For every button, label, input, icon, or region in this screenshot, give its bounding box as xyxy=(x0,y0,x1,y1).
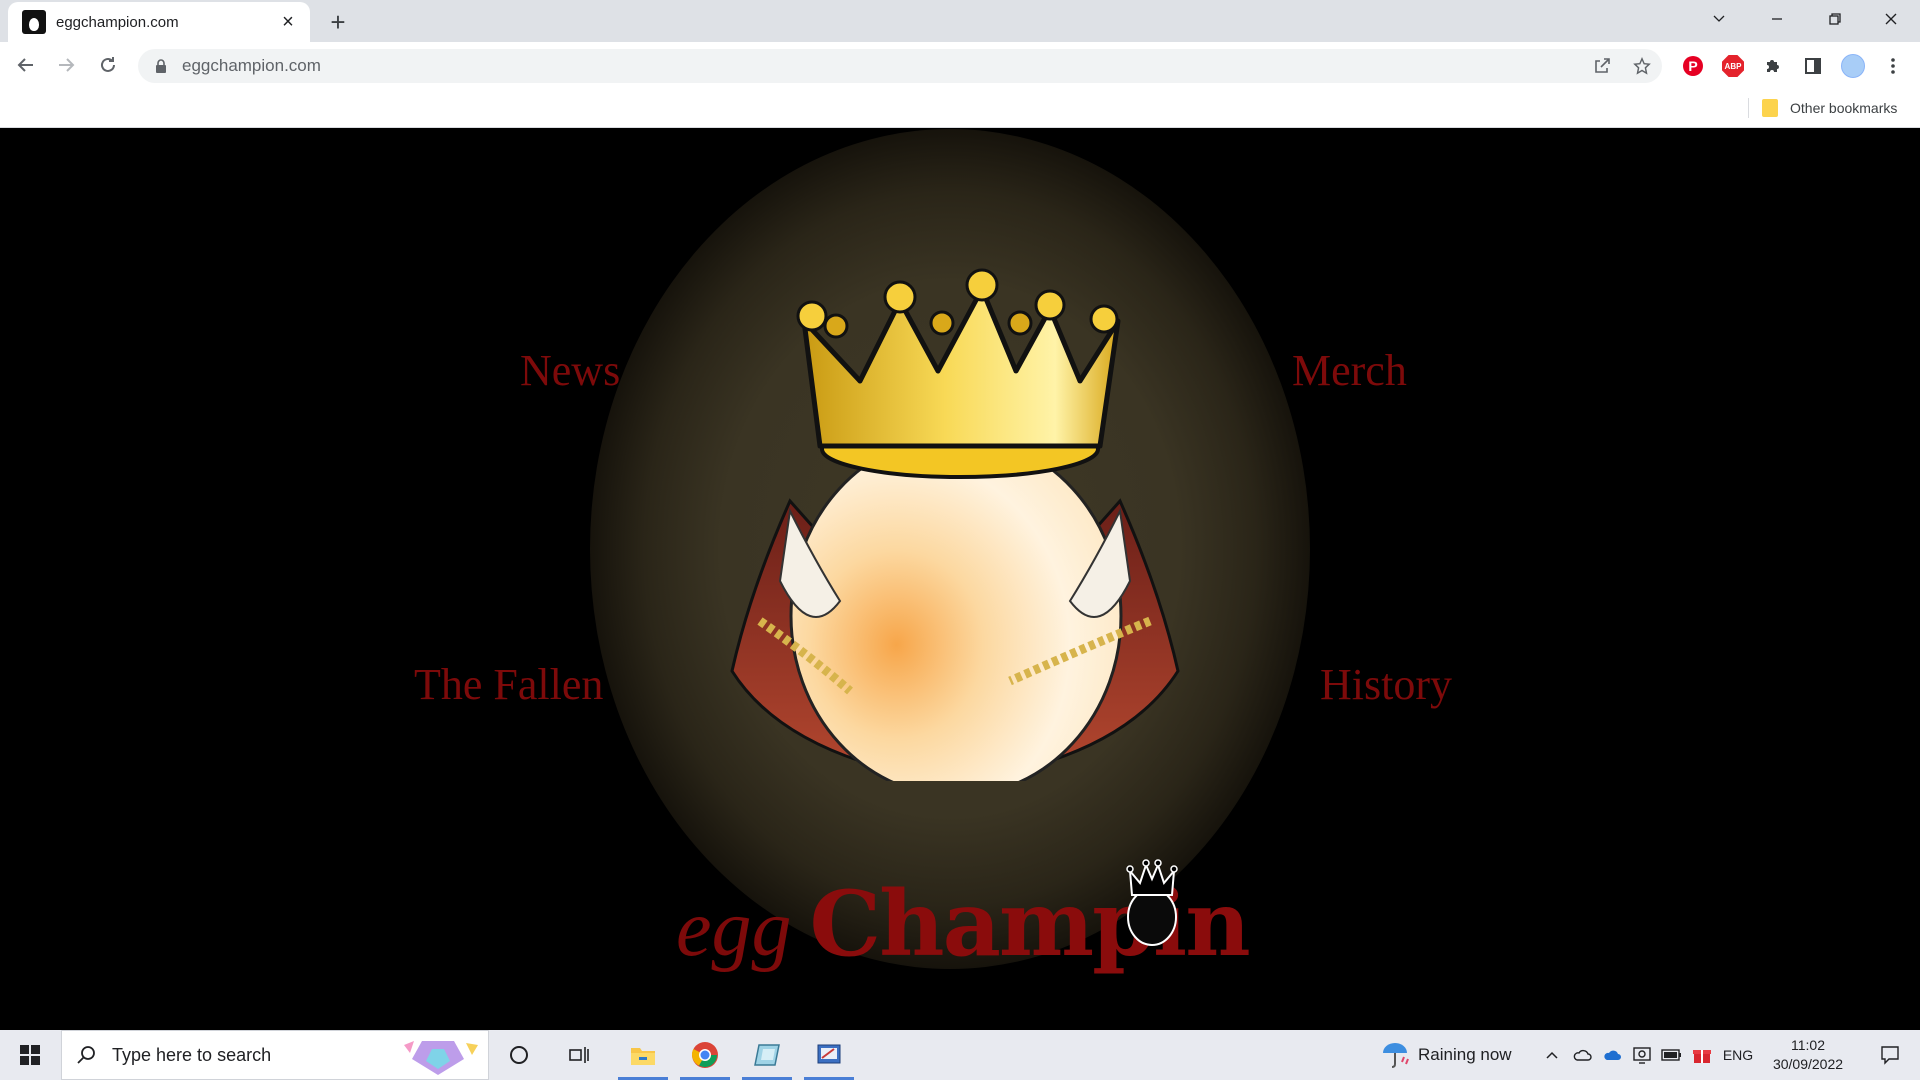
browser-toolbar: eggchampion.com P ABP xyxy=(0,42,1920,88)
folder-icon xyxy=(1762,99,1778,117)
bookmarks-bar: Other bookmarks xyxy=(0,88,1920,128)
forward-icon[interactable] xyxy=(50,49,82,81)
minimize-icon[interactable] xyxy=(1748,0,1806,38)
taskbar-search-box[interactable]: Type here to search xyxy=(61,1030,489,1080)
app-icon-2[interactable] xyxy=(800,1030,858,1080)
reload-icon[interactable] xyxy=(92,49,124,81)
url-text[interactable]: eggchampion.com xyxy=(182,56,321,76)
tab-title: eggchampion.com xyxy=(56,13,179,31)
puzzle-extensions-icon[interactable] xyxy=(1758,51,1788,81)
web-page: News Merch The Fallen History egg Champi… xyxy=(0,129,1920,1030)
system-clock[interactable]: 11:02 30/09/2022 xyxy=(1766,1036,1850,1074)
restore-icon[interactable] xyxy=(1806,0,1864,38)
side-panel-icon[interactable] xyxy=(1798,51,1828,81)
language-indicator[interactable]: ENG xyxy=(1720,1030,1756,1080)
site-favicon-icon xyxy=(22,10,46,34)
logo-text-egg: egg xyxy=(676,885,792,973)
rain-umbrella-icon xyxy=(1380,1041,1410,1069)
address-bar[interactable]: eggchampion.com xyxy=(138,49,1662,83)
search-icon xyxy=(76,1045,96,1065)
other-bookmarks-button[interactable]: Other bookmarks xyxy=(1762,96,1897,120)
battery-icon[interactable] xyxy=(1658,1030,1686,1080)
new-tab-button[interactable]: + xyxy=(324,7,352,37)
gift-notification-icon[interactable] xyxy=(1688,1030,1716,1080)
nav-link-the-fallen[interactable]: The Fallen xyxy=(414,659,603,710)
display-settings-icon[interactable] xyxy=(1628,1030,1656,1080)
site-logo[interactable]: egg Champi n xyxy=(676,849,1251,973)
search-highlight-art-icon xyxy=(404,1041,478,1075)
adblock-plus-icon[interactable]: ABP xyxy=(1718,51,1748,81)
crowned-egg-logo-icon xyxy=(1126,859,1178,946)
task-view-icon[interactable] xyxy=(550,1030,608,1080)
clock-date: 30/09/2022 xyxy=(1772,1056,1844,1072)
app-icon[interactable] xyxy=(738,1030,796,1080)
bookmark-star-icon[interactable] xyxy=(1622,57,1662,75)
nav-link-news[interactable]: News xyxy=(520,345,620,396)
share-icon[interactable] xyxy=(1582,57,1622,75)
weather-text: Raining now xyxy=(1418,1045,1512,1064)
onedrive-cloud-outline-icon[interactable] xyxy=(1568,1030,1596,1080)
back-icon[interactable] xyxy=(10,49,42,81)
lock-icon[interactable] xyxy=(152,57,170,75)
profile-avatar[interactable] xyxy=(1838,51,1868,81)
notifications-icon[interactable] xyxy=(1866,1030,1914,1080)
close-window-icon[interactable] xyxy=(1862,0,1920,38)
windows-taskbar: Type here to search Raining now ENG 11:0… xyxy=(0,1030,1920,1080)
bookmarks-separator xyxy=(1748,98,1749,118)
clock-time: 11:02 xyxy=(1791,1037,1825,1053)
other-bookmarks-label: Other bookmarks xyxy=(1790,100,1898,116)
weather-widget[interactable]: Raining now xyxy=(1380,1030,1512,1080)
tab-strip: eggchampion.com × + xyxy=(0,0,1920,42)
crowned-egg-mascot-image xyxy=(730,268,1180,781)
file-explorer-icon[interactable] xyxy=(614,1030,672,1080)
onedrive-cloud-icon[interactable] xyxy=(1598,1030,1626,1080)
show-hidden-icons-chevron-icon[interactable] xyxy=(1538,1030,1566,1080)
browser-tab[interactable]: eggchampion.com × xyxy=(8,2,310,42)
tab-search-chevron-icon[interactable] xyxy=(1690,0,1748,38)
logo-text-champion-tail: n xyxy=(1185,871,1250,977)
tab-close-icon[interactable]: × xyxy=(276,10,300,34)
search-placeholder: Type here to search xyxy=(112,1044,272,1065)
nav-link-merch[interactable]: Merch xyxy=(1292,345,1407,396)
nav-link-history[interactable]: History xyxy=(1320,659,1452,710)
windows-start-icon[interactable] xyxy=(0,1030,60,1080)
cortana-icon[interactable] xyxy=(490,1030,548,1080)
pinterest-icon[interactable]: P xyxy=(1678,51,1708,81)
chrome-icon[interactable] xyxy=(676,1030,734,1080)
chrome-menu-icon[interactable] xyxy=(1878,51,1908,81)
